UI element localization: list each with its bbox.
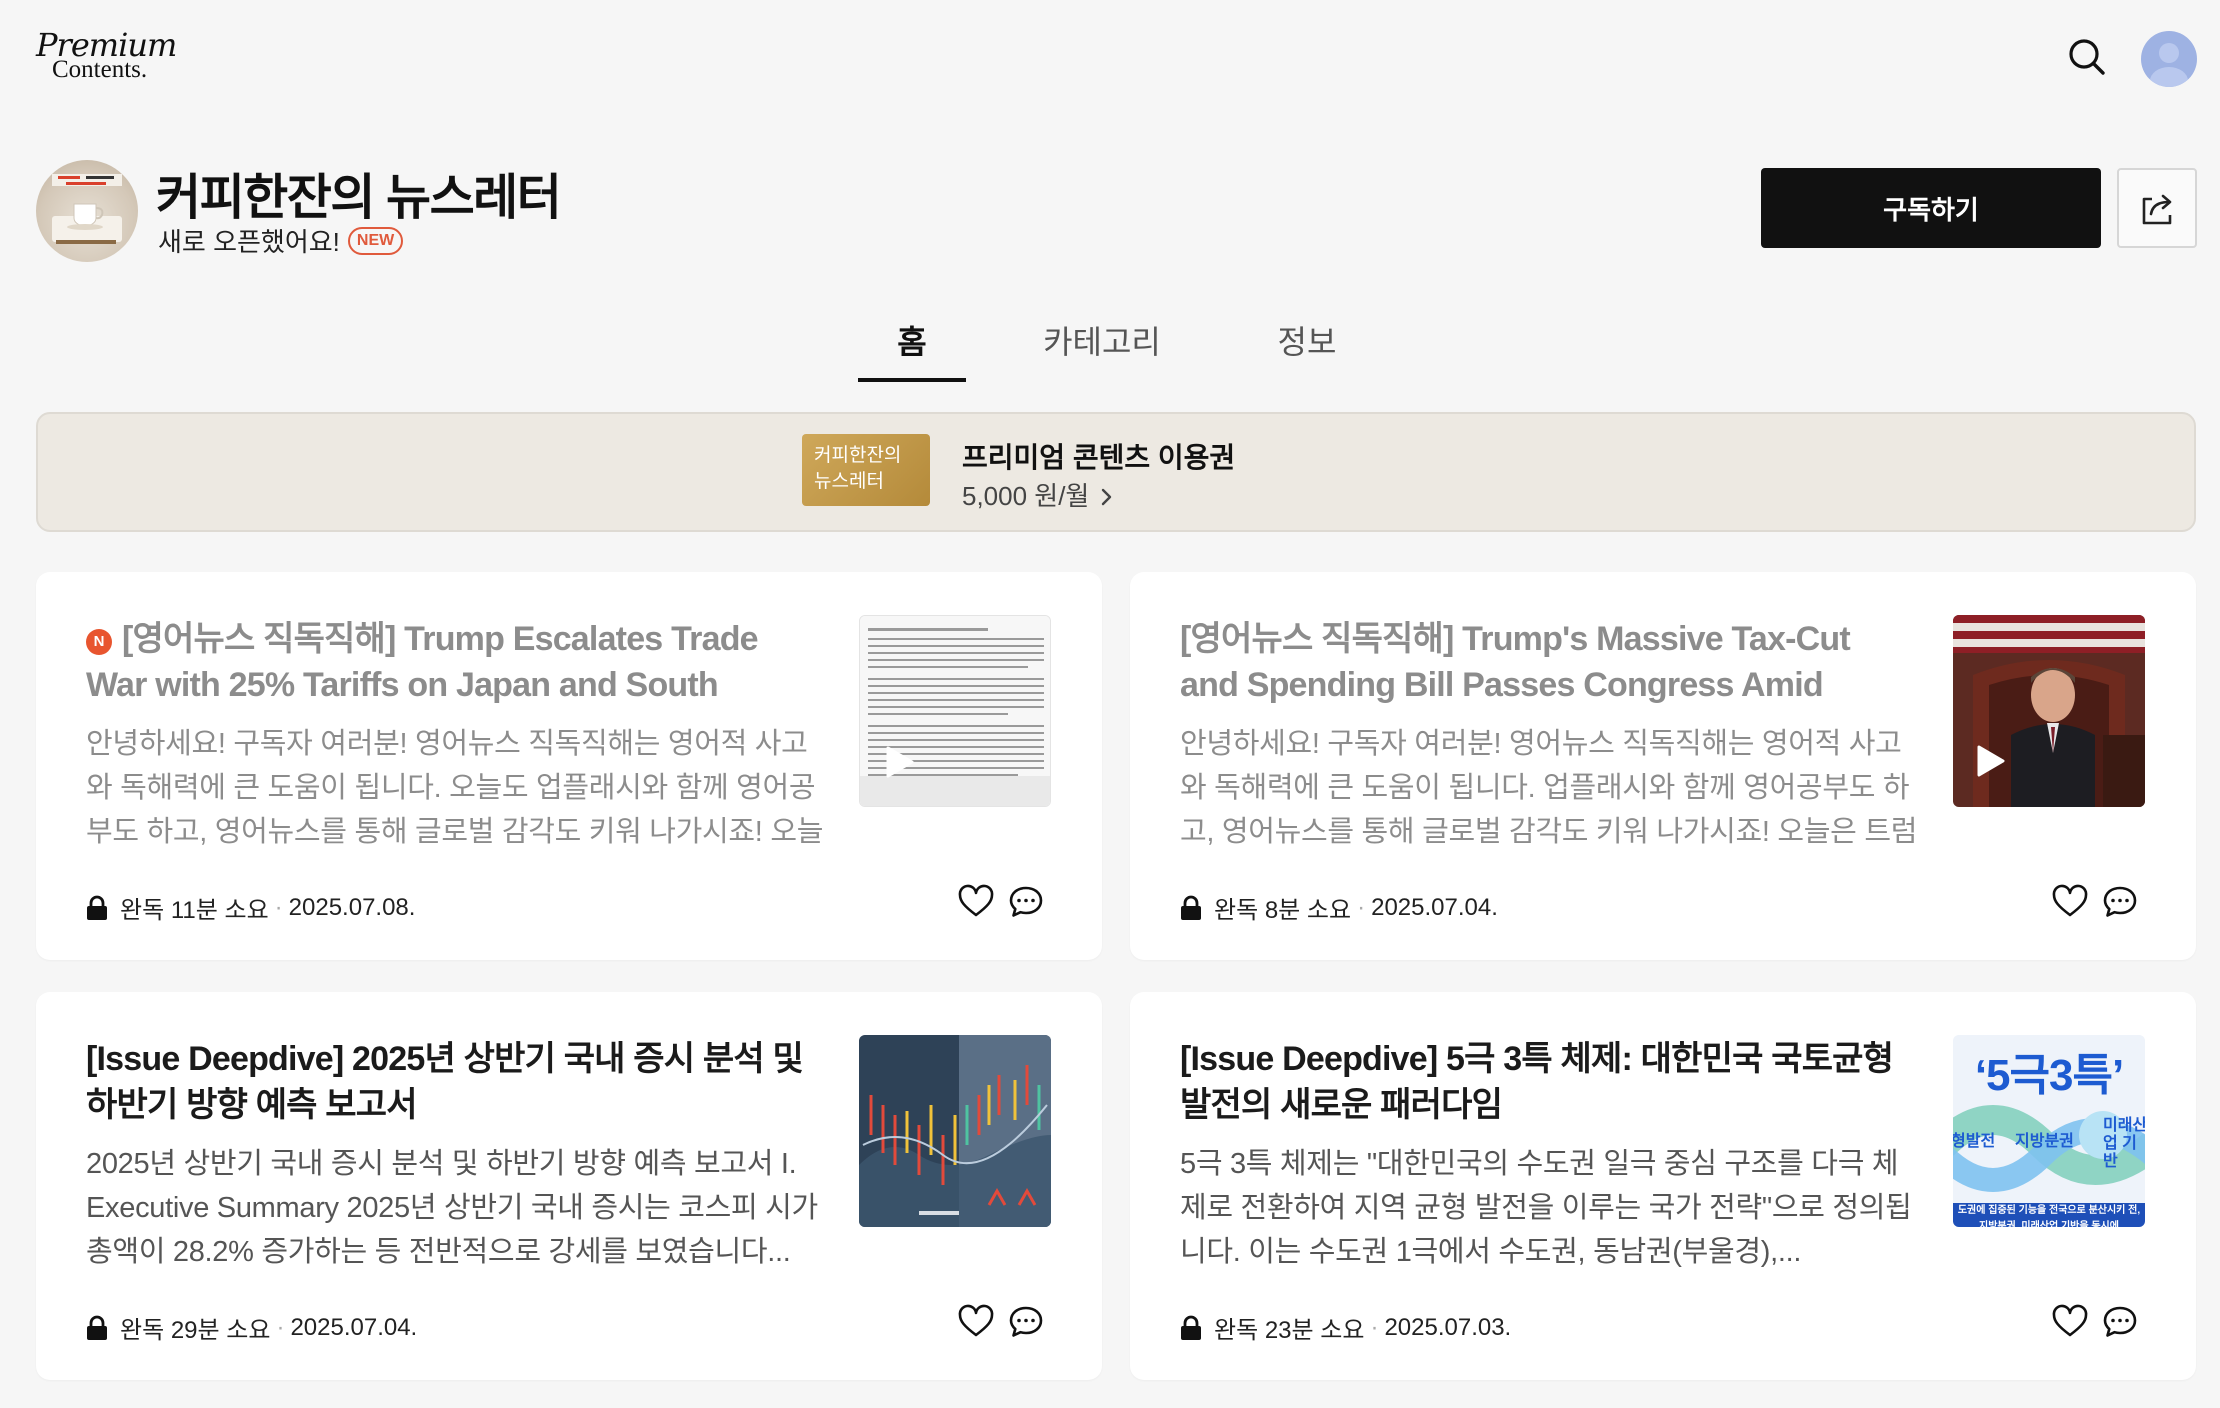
post-card[interactable]: [Issue Deepdive] 5극 3특 체제: 대한민국 국토균형발전의 … — [1130, 992, 2196, 1380]
meta-separator: · — [276, 1313, 285, 1341]
heart-icon[interactable] — [956, 882, 996, 922]
avatar-icon — [2150, 43, 2188, 87]
top-bar: Premium Contents. — [0, 0, 2220, 120]
coffee-cup-icon — [52, 174, 122, 244]
post-meta: 완독 29분 소요 · 2025.07.04. — [86, 1310, 417, 1345]
read-time: 완독 23분 소요 — [1214, 1317, 1365, 1344]
banner-thumbnail: 커피한잔의 뉴스레터 — [802, 434, 930, 506]
lock-icon — [1181, 895, 1201, 920]
post-excerpt: 안녕하세요! 구독자 여러분! 영어뉴스 직독직해는 영어적 사고와 독해력에 … — [86, 728, 824, 848]
post-title: [Issue Deepdive] 5극 3특 체제: 대한민국 국토균형발전의 … — [1180, 1040, 1894, 1124]
infographic-label-2: 지방분권 — [2015, 1133, 2074, 1150]
heart-icon[interactable] — [2050, 882, 2090, 922]
comment-icon[interactable] — [1006, 882, 1046, 922]
banner-title: 프리미엄 콘텐츠 이용권 — [962, 442, 1236, 473]
post-meta: 완독 11분 소요 · 2025.07.08. — [86, 890, 415, 925]
banner-price-row: 5,000 원/월 — [962, 476, 1115, 513]
share-icon — [2142, 194, 2172, 225]
post-date: 2025.07.03. — [1384, 1313, 1512, 1341]
post-date: 2025.07.08. — [288, 893, 416, 921]
post-actions — [956, 882, 1056, 922]
infographic-label-1: 형발전 — [1953, 1133, 1996, 1150]
lock-icon — [1181, 1315, 1201, 1340]
comment-icon[interactable] — [1006, 1302, 1046, 1342]
post-meta: 완독 8분 소요 · 2025.07.04. — [1180, 890, 1498, 925]
channel-profile-image[interactable] — [36, 160, 138, 262]
post-card[interactable]: N [영어뉴스 직독직해] Trump Escalates Trade War w… — [36, 572, 1102, 960]
post-title: [Issue Deepdive] 2025년 상반기 국내 증시 분석 및 하반… — [86, 1040, 804, 1124]
tab-home[interactable]: 홈 — [858, 316, 966, 382]
comment-icon[interactable] — [2100, 1302, 2140, 1342]
stock-chart-image — [859, 1035, 1051, 1227]
channel-title: 커피한잔의 뉴스레터 — [156, 171, 562, 225]
post-title: [영어뉴스 직독직해] Trump Escalates Trade War wi… — [86, 620, 759, 704]
lock-icon — [87, 895, 107, 920]
share-button[interactable] — [2117, 168, 2197, 248]
play-icon — [886, 746, 914, 778]
heart-icon[interactable] — [2050, 1302, 2090, 1342]
subscribe-button[interactable]: 구독하기 — [1761, 168, 2101, 248]
post-title: [영어뉴스 직독직해] Trump's Massive Tax-Cut and … — [1180, 620, 1851, 704]
read-time: 완독 8분 소요 — [1214, 897, 1352, 924]
post-excerpt: 2025년 상반기 국내 증시 분석 및 하반기 방향 예측 보고서 I. Ex… — [86, 1148, 818, 1268]
meta-separator: · — [1357, 893, 1366, 921]
post-thumbnail: ‘5극3특’ 형발전 지방분권 미래산업 기반 도권에 집중된 기능을 전국으로… — [1953, 1035, 2145, 1227]
tab-info[interactable]: 정보 — [1262, 316, 1352, 382]
channel-subtitle-row: 새로 오픈했어요! NEW — [158, 222, 404, 259]
post-date: 2025.07.04. — [290, 1313, 418, 1341]
post-date: 2025.07.04. — [1371, 893, 1498, 921]
heart-icon[interactable] — [956, 1302, 996, 1342]
banner-thumb-line2: 뉴스레터 — [814, 471, 884, 492]
infographic-label-3: 미래산업 기반 — [2103, 1117, 2145, 1170]
search-button[interactable] — [2064, 34, 2110, 80]
post-thumbnail — [1953, 615, 2145, 807]
lock-icon — [87, 1315, 107, 1340]
post-thumbnail — [859, 1035, 1051, 1227]
new-badge: NEW — [347, 226, 404, 255]
tab-category[interactable]: 카테고리 — [1022, 316, 1182, 382]
post-card[interactable]: [영어뉴스 직독직해] Trump's Massive Tax-Cut and … — [1130, 572, 2196, 960]
infographic-footer: 도권에 집중된 기능을 전국으로 분산시키 전, 지방분권, 미래산업 기반을 … — [1957, 1205, 2141, 1227]
post-meta: 완독 23분 소요 · 2025.07.03. — [1180, 1310, 1511, 1345]
infographic-title: ‘5극3특’ — [1974, 1051, 2124, 1100]
post-title-row: N [영어뉴스 직독직해] Trump Escalates Trade War w… — [86, 616, 816, 708]
banner-price: 5,000 원/월 — [962, 481, 1090, 511]
banner-thumb-line1: 커피한잔의 — [814, 445, 902, 466]
new-post-badge: N — [86, 629, 112, 655]
comment-icon[interactable] — [2100, 882, 2140, 922]
meta-separator: · — [274, 893, 283, 921]
search-icon — [2069, 39, 2105, 75]
subscription-banner[interactable]: 커피한잔의 뉴스레터 프리미엄 콘텐츠 이용권 5,000 원/월 — [36, 412, 2196, 532]
chevron-right-icon — [1101, 488, 1111, 506]
post-excerpt: 안녕하세요! 구독자 여러분! 영어뉴스 직독직해는 영어적 사고와 독해력에 … — [1180, 728, 1918, 848]
channel-subtitle: 새로 오픈했어요! — [158, 227, 340, 257]
post-actions — [2050, 882, 2150, 922]
read-time: 완독 11분 소요 — [120, 897, 269, 924]
play-icon — [1977, 745, 2005, 777]
premium-contents-logo[interactable]: Premium Contents. — [36, 26, 177, 86]
post-card[interactable]: [Issue Deepdive] 2025년 상반기 국내 증시 분석 및 하반… — [36, 992, 1102, 1380]
post-actions — [956, 1302, 1056, 1342]
post-thumbnail — [859, 615, 1051, 807]
post-actions — [2050, 1302, 2150, 1342]
read-time: 완독 29분 소요 — [120, 1317, 271, 1344]
logo-line2: Contents. — [52, 56, 148, 83]
post-excerpt: 5극 3특 체제는 "대한민국의 수도권 일극 중심 구조를 다극 체제로 전환… — [1180, 1148, 1912, 1268]
channel-tabs: 홈 카테고리 정보 — [0, 316, 2220, 382]
user-avatar[interactable] — [2141, 31, 2197, 87]
meta-separator: · — [1370, 1313, 1379, 1341]
